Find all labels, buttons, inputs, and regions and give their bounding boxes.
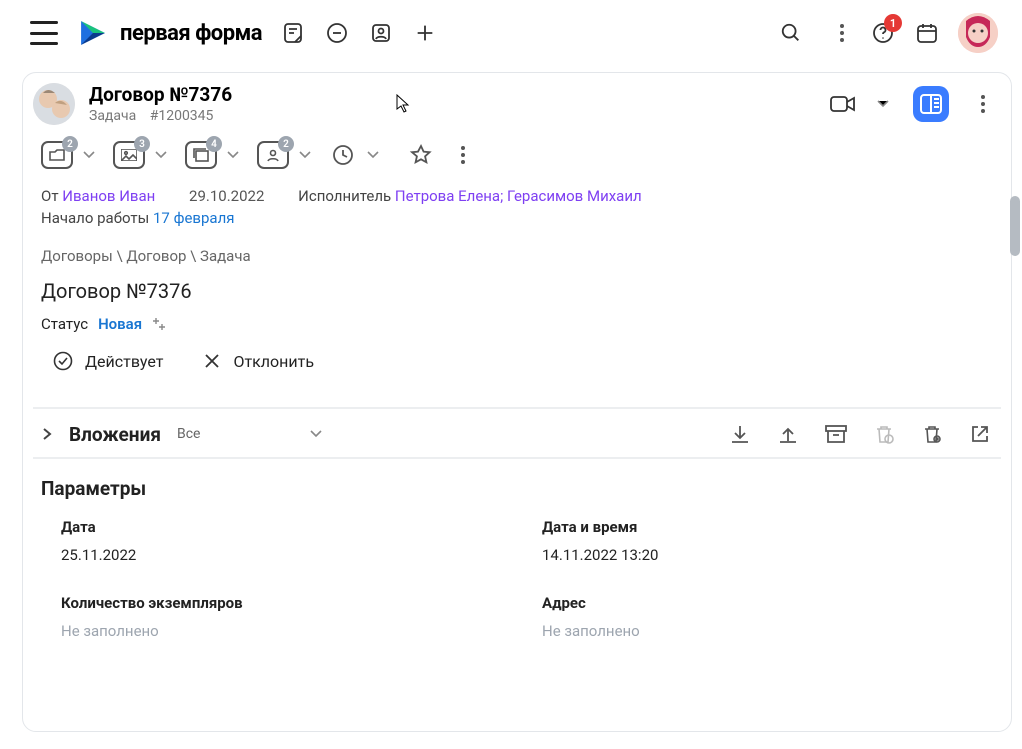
card-title: Договор №7376 <box>89 84 232 107</box>
approve-label: Действует <box>85 352 163 371</box>
reject-label: Отклонить <box>233 352 314 371</box>
status-filter-icon[interactable] <box>152 317 166 331</box>
tool-d-chev[interactable] <box>299 151 313 159</box>
action-row: Действует Отклонить <box>23 337 1011 381</box>
history-chev[interactable] <box>367 151 381 159</box>
param-datetime-label: Дата и время <box>542 518 993 536</box>
tool-count-d: 2 <box>278 136 294 152</box>
exec-value[interactable]: Петрова Елена; Герасимов Михаил <box>395 187 642 205</box>
tool-stack-c[interactable]: 4 <box>185 141 217 169</box>
trash-view-icon[interactable] <box>919 421 945 447</box>
task-id: #1200345 <box>150 108 214 124</box>
start-label: Начало работы <box>41 209 149 227</box>
attachments-title: Вложения <box>69 423 161 446</box>
brand-logo[interactable]: первая форма <box>76 16 262 50</box>
from-value[interactable]: Иванов Иван <box>62 187 155 205</box>
download-icon[interactable] <box>727 421 753 447</box>
open-external-icon[interactable] <box>967 421 993 447</box>
search-icon[interactable] <box>778 20 804 46</box>
video-call-button[interactable] <box>825 86 861 122</box>
meta-block: От Иванов Иван 29.10.2022 Исполнитель Пе… <box>23 173 1011 235</box>
card-more-icon[interactable] <box>973 95 993 113</box>
tool-a-chev[interactable] <box>83 151 97 159</box>
reject-action[interactable]: Отклонить <box>203 352 314 371</box>
breadcrumb[interactable]: Договоры \ Договор \ Задача <box>23 235 1011 267</box>
tool-image-b[interactable]: 3 <box>113 141 145 169</box>
tool-folder-a[interactable]: 2 <box>41 141 73 169</box>
param-addr-value[interactable]: Не заполнено <box>542 622 993 640</box>
params-title: Параметры <box>41 477 993 500</box>
contact-icon[interactable] <box>368 20 394 46</box>
brand-text: первая форма <box>120 21 262 46</box>
tool-count-c: 4 <box>206 136 222 152</box>
created-date: 29.10.2022 <box>189 187 264 205</box>
attachments-filter-label: Все <box>177 426 200 442</box>
attachments-filter[interactable]: Все <box>177 426 322 442</box>
menu-icon[interactable] <box>30 21 58 45</box>
task-toolbar: 2 3 4 2 <box>23 131 1011 173</box>
task-avatar[interactable] <box>33 83 75 125</box>
trash-settings-icon[interactable] <box>871 421 897 447</box>
search-doc-icon[interactable] <box>324 20 350 46</box>
tool-person-d[interactable]: 2 <box>257 141 289 169</box>
status-value[interactable]: Новая <box>98 315 142 333</box>
tool-count-b: 3 <box>134 136 150 152</box>
note-icon[interactable] <box>280 20 306 46</box>
user-avatar[interactable] <box>958 13 998 53</box>
params-section: Параметры Дата 25.11.2022 Дата и время 1… <box>23 455 1011 666</box>
scrollbar-thumb[interactable] <box>1010 196 1020 256</box>
status-row: Статус Новая <box>23 307 1011 337</box>
cursor-icon <box>396 94 410 114</box>
topbar: первая форма 1 <box>0 0 1022 66</box>
tool-c-chev[interactable] <box>227 151 241 159</box>
param-addr-label: Адрес <box>542 594 993 612</box>
upload-icon[interactable] <box>775 421 801 447</box>
tool-count-a: 2 <box>62 136 78 152</box>
status-label: Статус <box>41 315 88 333</box>
approve-action[interactable]: Действует <box>53 351 163 371</box>
document-title: Договор №7376 <box>23 267 1011 307</box>
panel-toggle-button[interactable] <box>913 86 949 122</box>
calendar-icon[interactable] <box>914 20 940 46</box>
param-date-label: Дата <box>61 518 512 536</box>
logo-mark-icon <box>76 16 110 50</box>
task-type-label: Задача <box>89 108 136 124</box>
top-more-icon[interactable] <box>832 24 852 42</box>
add-icon[interactable] <box>412 20 438 46</box>
favorite-icon[interactable] <box>407 141 435 169</box>
tool-b-chev[interactable] <box>155 151 169 159</box>
from-label: От <box>41 187 59 205</box>
notification-badge: 1 <box>884 14 902 32</box>
attachments-collapse-icon[interactable] <box>41 426 53 442</box>
card-subtitle: Задача #1200345 <box>89 108 232 124</box>
archive-icon[interactable] <box>823 421 849 447</box>
history-icon[interactable] <box>329 141 357 169</box>
start-value[interactable]: 17 февраля <box>153 209 234 227</box>
param-date-value[interactable]: 25.11.2022 <box>61 546 512 564</box>
param-copies-label: Количество экземпляров <box>61 594 512 612</box>
help-icon[interactable]: 1 <box>870 20 896 46</box>
attachments-section: Вложения Все <box>33 407 1001 455</box>
toolbar-more-icon[interactable] <box>453 146 473 164</box>
exec-label: Исполнитель <box>298 187 391 205</box>
card-header: Договор №7376 Задача #1200345 <box>23 73 1011 131</box>
param-copies-value[interactable]: Не заполнено <box>61 622 512 640</box>
task-card: Договор №7376 Задача #1200345 2 <box>22 72 1012 732</box>
video-dropdown-icon[interactable] <box>877 100 891 108</box>
param-datetime-value[interactable]: 14.11.2022 13:20 <box>542 546 993 564</box>
